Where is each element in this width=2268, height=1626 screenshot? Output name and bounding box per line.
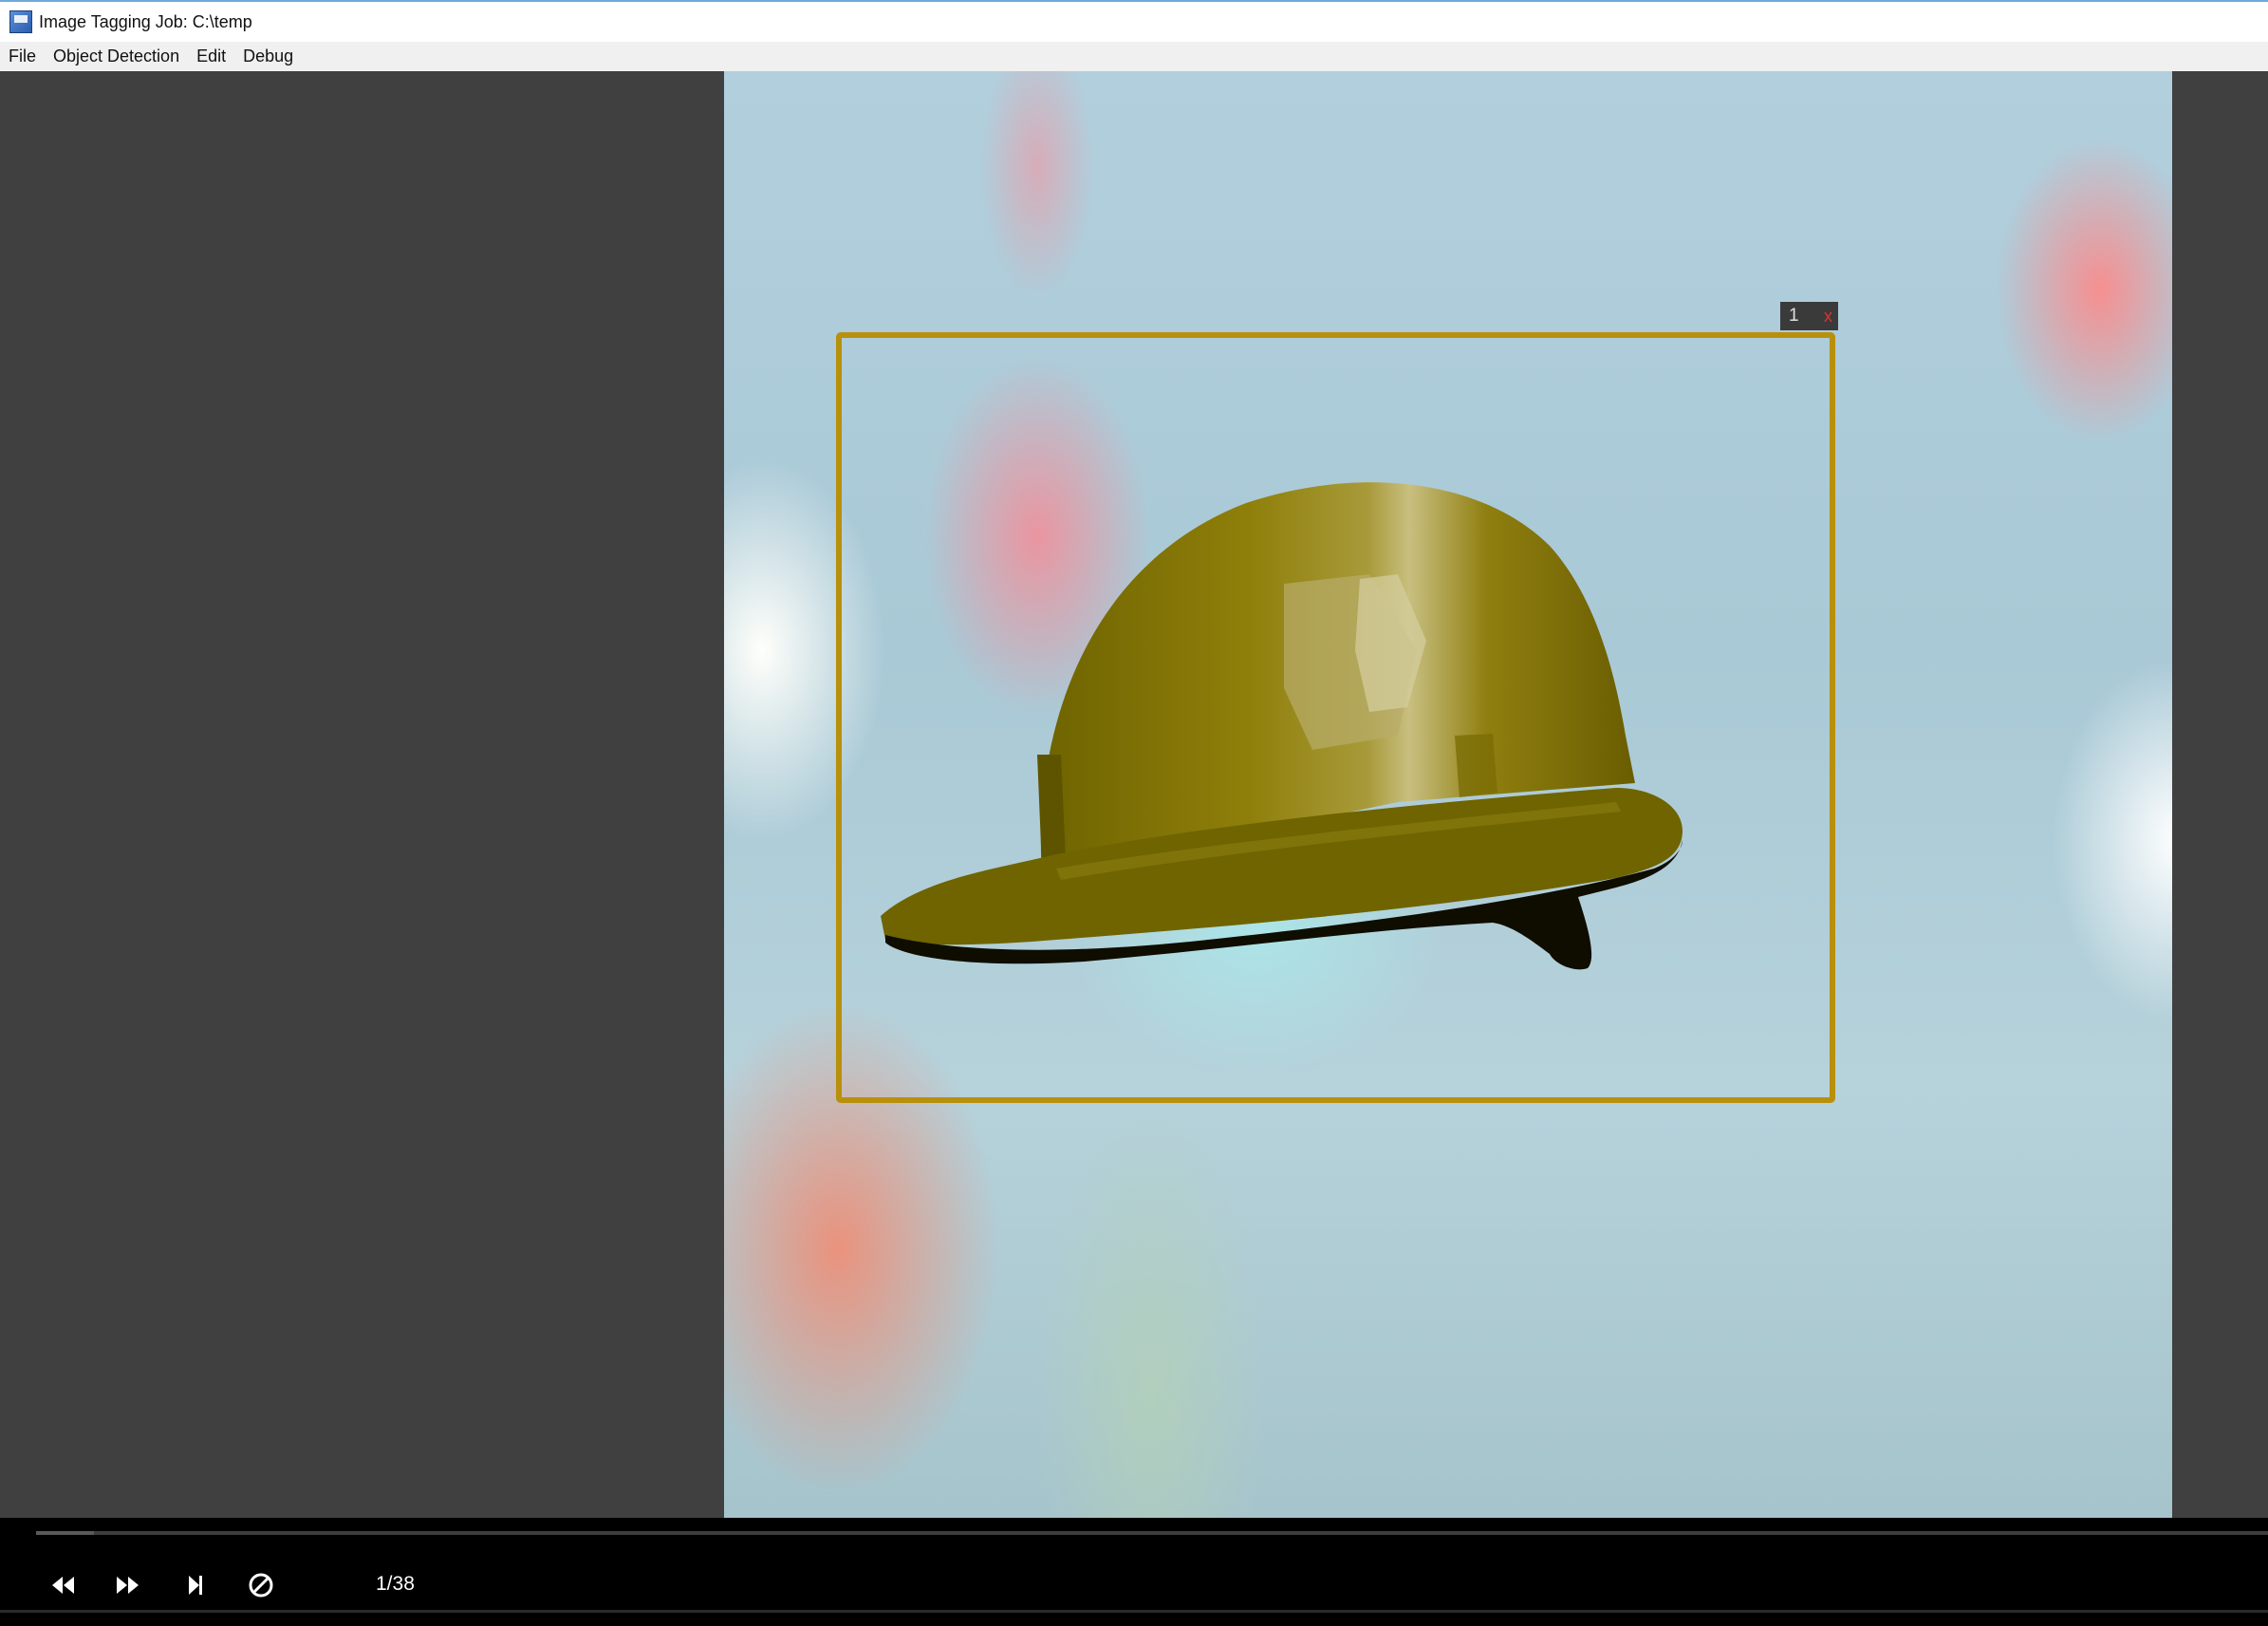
app-logo-icon [9, 10, 32, 33]
mark-empty-button[interactable] [244, 1568, 278, 1602]
next-button[interactable] [111, 1568, 145, 1602]
playback-control-bar: 1/38 [0, 1518, 2268, 1626]
menu-file[interactable]: File [0, 47, 45, 66]
menu-bar: File Object Detection Edit Debug [0, 42, 2268, 71]
previous-button[interactable] [46, 1568, 80, 1602]
remove-box-button[interactable]: x [1824, 307, 1832, 327]
window-title: Image Tagging Job: C:\temp [39, 11, 252, 31]
image-canvas[interactable]: 1 x [724, 71, 2172, 1518]
menu-edit[interactable]: Edit [188, 47, 234, 66]
skip-to-end-icon [189, 1576, 202, 1595]
menu-object-detection[interactable]: Object Detection [45, 47, 188, 66]
bounding-box-id: 1 [1789, 306, 1799, 326]
progress-fill [36, 1531, 95, 1535]
title-bar: Image Tagging Job: C:\temp [0, 0, 2268, 42]
progress-track[interactable] [36, 1531, 2268, 1535]
image-workspace: 1 x [0, 71, 2268, 1518]
image-counter: 1/38 [376, 1573, 415, 1595]
bottom-divider [0, 1610, 2268, 1613]
block-icon [249, 1573, 273, 1598]
bounding-box-tag: 1 x [1780, 302, 1838, 330]
app-window: Image Tagging Job: C:\temp File Object D… [0, 0, 2268, 1626]
bounding-box[interactable] [836, 332, 1835, 1103]
menu-debug[interactable]: Debug [234, 47, 302, 66]
fast-forward-icon [117, 1577, 139, 1594]
skip-button[interactable] [178, 1568, 213, 1602]
rewind-icon [52, 1577, 74, 1594]
